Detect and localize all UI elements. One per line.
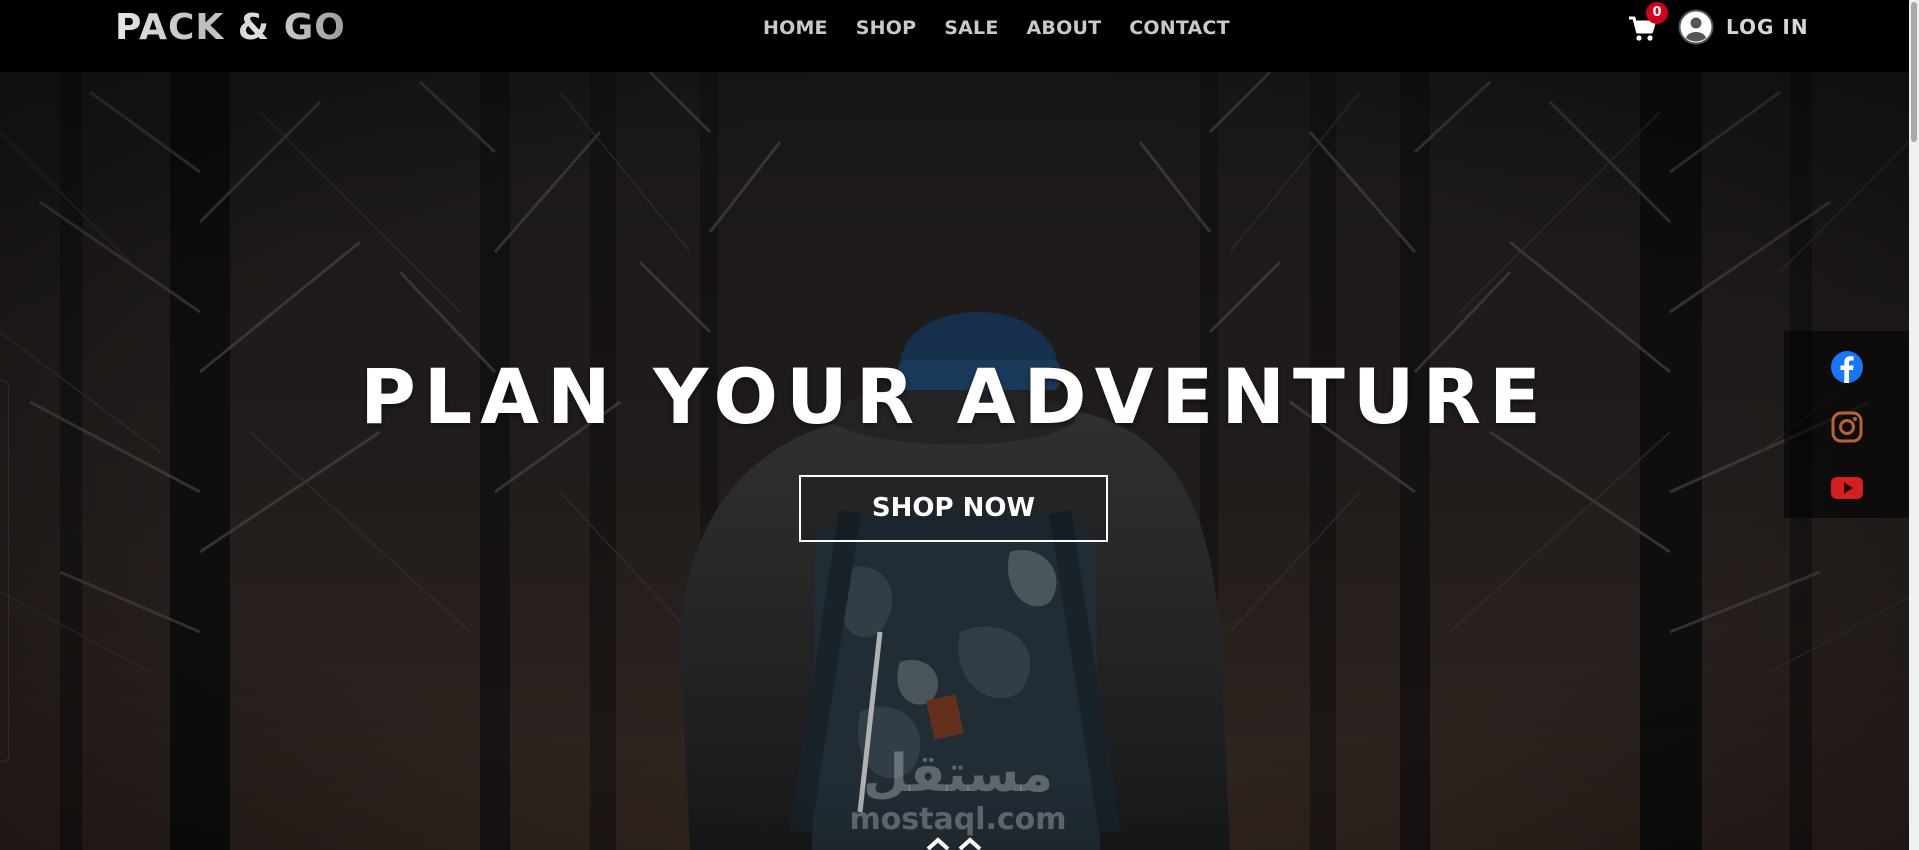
instagram-link[interactable] — [1830, 410, 1864, 444]
cart-count-badge: 0 — [1646, 2, 1668, 24]
nav-about[interactable]: ABOUT — [1027, 16, 1102, 40]
page-scrollbar[interactable] — [1909, 0, 1919, 850]
login-button[interactable]: LOG IN — [1678, 9, 1809, 45]
user-circle-icon — [1678, 9, 1714, 45]
hero-background-image — [0, 72, 1919, 850]
watermark-latin: mostaql.com — [849, 802, 1067, 837]
login-label: LOG IN — [1726, 15, 1809, 39]
brand-logo[interactable]: PACK & GO — [115, 8, 346, 48]
youtube-link[interactable] — [1830, 471, 1864, 505]
scrollbar-thumb[interactable] — [1911, 2, 1917, 142]
instagram-icon — [1831, 411, 1863, 443]
watermark-arabic: مستقل — [862, 744, 1054, 804]
page: PACK & GO HOME SHOP SALE ABOUT CONTACT 0 — [0, 0, 1919, 850]
facebook-link[interactable] — [1830, 350, 1864, 384]
watermark: مستقل mostaql.com — [828, 744, 1088, 836]
top-navbar: PACK & GO HOME SHOP SALE ABOUT CONTACT 0 — [0, 0, 1919, 72]
shop-now-button[interactable]: SHOP NOW — [799, 475, 1108, 542]
facebook-icon — [1831, 351, 1863, 383]
nav-sale[interactable]: SALE — [944, 16, 998, 40]
main-nav: HOME SHOP SALE ABOUT CONTACT — [763, 16, 1230, 40]
youtube-icon — [1831, 477, 1863, 499]
nav-home[interactable]: HOME — [763, 16, 828, 40]
nav-contact[interactable]: CONTACT — [1129, 16, 1230, 40]
hero-title: PLAN YOUR ADVENTURE — [360, 352, 1549, 441]
nav-shop[interactable]: SHOP — [856, 16, 916, 40]
social-links-panel — [1784, 331, 1909, 518]
hero-section: PLAN YOUR ADVENTURE SHOP NOW مستقل mosta… — [0, 72, 1919, 850]
scroll-down-icon[interactable] — [922, 836, 986, 850]
